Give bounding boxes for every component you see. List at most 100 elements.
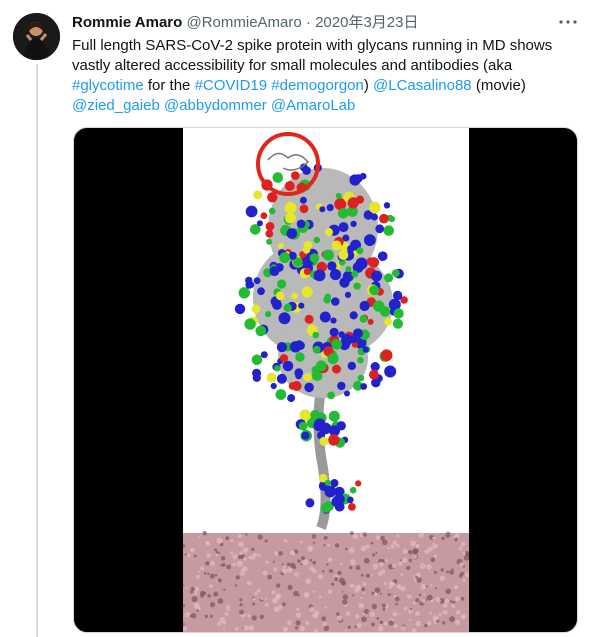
- glycan: [301, 286, 313, 298]
- tweet-date[interactable]: 2020年3月23日: [315, 14, 418, 31]
- glycan: [359, 315, 368, 323]
- tweet-text: Full length SARS-CoV-2 spike protein wit…: [72, 36, 572, 116]
- glycan: [360, 383, 368, 390]
- lipid: [403, 606, 408, 611]
- lipid: [463, 555, 469, 561]
- glycan: [328, 434, 340, 446]
- lipid: [454, 538, 458, 542]
- glycan: [265, 311, 272, 318]
- lipid: [402, 548, 408, 554]
- thread-line: [36, 64, 38, 637]
- lipid: [363, 591, 366, 595]
- lipid: [207, 572, 210, 575]
- glycan: [298, 302, 305, 309]
- glycan: [255, 325, 267, 337]
- lipid: [293, 590, 299, 597]
- avatar[interactable]: [13, 13, 60, 60]
- glycan: [384, 365, 397, 378]
- hashtag-link[interactable]: #COVID19: [195, 77, 268, 94]
- lipid: [273, 606, 280, 613]
- lipid: [293, 571, 300, 577]
- glycan: [244, 318, 256, 330]
- author-handle[interactable]: @RommieAmaro: [186, 14, 301, 31]
- glycan: [305, 498, 315, 508]
- glycan: [287, 394, 296, 403]
- glycan: [278, 312, 291, 325]
- lipid: [453, 585, 459, 590]
- lipid: [365, 573, 371, 578]
- glycan: [346, 496, 354, 504]
- glycan: [368, 201, 381, 214]
- lipid: [184, 611, 190, 618]
- glycan: [272, 172, 284, 183]
- lipid: [427, 621, 432, 626]
- glycan: [366, 257, 375, 266]
- mention-link[interactable]: @AmaroLab: [271, 97, 355, 114]
- lipid: [214, 548, 218, 552]
- glycan: [338, 208, 349, 219]
- glycan: [329, 269, 342, 281]
- glycan: [349, 311, 358, 320]
- lipid: [415, 620, 422, 627]
- glycan: [269, 266, 280, 277]
- glycan: [301, 431, 310, 440]
- lipid: [312, 541, 316, 544]
- video-frame: [183, 128, 469, 632]
- glycan: [344, 291, 352, 298]
- glycan: [344, 390, 350, 397]
- lipid: [265, 597, 268, 600]
- lipid: [281, 563, 284, 566]
- author-name[interactable]: Rommie Amaro: [72, 14, 182, 31]
- ellipsis-icon[interactable]: [556, 12, 580, 32]
- lipid: [193, 602, 200, 609]
- glycan: [370, 362, 380, 372]
- lipid: [398, 613, 401, 616]
- lipid: [283, 539, 287, 543]
- lipid: [384, 558, 388, 563]
- spike-protein-image: [183, 132, 469, 632]
- lipid: [370, 541, 374, 545]
- glycan: [335, 192, 342, 199]
- lipid: [301, 556, 305, 561]
- glycan: [392, 290, 403, 301]
- glycan: [324, 293, 331, 300]
- glycan: [253, 190, 263, 200]
- glycan: [379, 213, 389, 224]
- glycan: [256, 220, 263, 227]
- lipid: [376, 617, 380, 620]
- lipid: [243, 557, 247, 561]
- hashtag-link[interactable]: #glycotime: [72, 77, 144, 94]
- glycan: [291, 171, 300, 180]
- lipid: [452, 600, 456, 604]
- glycan: [370, 213, 378, 221]
- lipid: [226, 564, 231, 570]
- glycan: [234, 303, 246, 315]
- tweet-video[interactable]: [73, 127, 578, 633]
- lipid: [195, 574, 200, 579]
- lipid: [462, 551, 466, 555]
- glycan: [326, 204, 334, 212]
- lipid: [309, 566, 315, 572]
- glycan: [359, 300, 370, 312]
- lipid: [299, 625, 305, 631]
- mention-link[interactable]: @LCasalino88: [373, 77, 472, 94]
- mention-link[interactable]: @zied_gaieb: [72, 97, 160, 114]
- glycan: [265, 222, 275, 231]
- lipid: [354, 587, 360, 593]
- lipid: [275, 583, 281, 588]
- hashtag-link[interactable]: #demogorgon: [271, 77, 364, 94]
- lipid: [436, 619, 440, 623]
- lipid: [455, 619, 460, 625]
- glycan: [339, 277, 350, 288]
- glycan: [349, 486, 357, 494]
- lipid: [302, 559, 309, 566]
- lipid: [305, 621, 310, 625]
- lipid: [305, 578, 312, 585]
- lipid: [408, 558, 412, 563]
- glycan: [327, 353, 339, 365]
- mention-link[interactable]: @abbydommer: [164, 97, 267, 114]
- lipid: [203, 572, 207, 575]
- lipid: [214, 574, 218, 577]
- glycan: [319, 436, 329, 446]
- lipid: [360, 596, 363, 599]
